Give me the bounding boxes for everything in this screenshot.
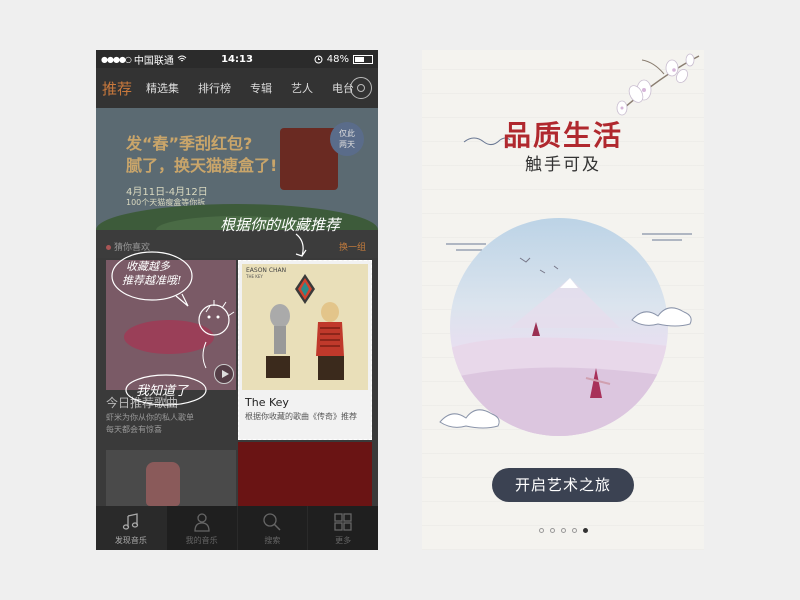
tab-discover-music[interactable]: 发现音乐	[96, 506, 166, 550]
search-icon	[263, 513, 281, 531]
section-title: 猜你喜欢	[106, 240, 150, 253]
tab-albums[interactable]: 专辑	[250, 80, 272, 96]
page-indicator	[422, 528, 704, 533]
got-it-button[interactable]: 我知道了	[136, 380, 188, 399]
clock: 14:13	[221, 53, 253, 65]
music-note-icon	[122, 513, 139, 530]
banner-headline-1: 发“春”季刮红包?	[126, 134, 253, 153]
music-app-screen: ●●●●○ 中国联通 14:13 48% 推荐 精选集 排行榜 专辑 艺人 电台…	[96, 50, 378, 550]
daily-recommend-desc-2: 每天都会有惊喜	[106, 425, 162, 434]
tab-artists[interactable]: 艺人	[291, 80, 313, 96]
tab-label: 搜索	[264, 536, 281, 545]
tab-recommend[interactable]: 推荐	[102, 78, 132, 99]
bottom-tab-bar: 发现音乐 我的音乐 搜索 更多	[96, 506, 378, 550]
page-dot-4[interactable]	[571, 528, 577, 533]
grid-icon	[334, 513, 352, 531]
annotation-top: 根据你的收藏推荐	[220, 216, 341, 234]
album-title: The Key	[245, 396, 289, 409]
page-dot-3[interactable]	[560, 528, 566, 533]
onboarding-subtitle: 触手可及	[525, 155, 601, 175]
page-dot-2[interactable]	[549, 528, 555, 533]
tab-my-music[interactable]: 我的音乐	[165, 506, 237, 550]
onboarding-screen: 品质生活 触手可及 开启艺术之旅	[422, 50, 704, 550]
promo-banner[interactable]: 发“春”季刮红包? 腻了，换天猫瘦盒了! 4月11日-4月12日 100个天猫瘦…	[96, 108, 378, 230]
battery-icon	[353, 54, 373, 64]
user-icon	[193, 513, 210, 532]
refresh-group-link[interactable]: 换一组	[339, 240, 366, 253]
album-recommend-reason: 根据你收藏的歌曲《传奇》推荐	[245, 412, 357, 421]
tab-search[interactable]: 搜索	[236, 506, 308, 550]
cloud-swirl-bottom-left	[439, 409, 500, 429]
annotation-bubble-2: 推荐越准哦!	[122, 274, 182, 287]
tab-label: 发现音乐	[114, 536, 147, 545]
start-art-journey-button[interactable]: 开启艺术之旅	[492, 468, 634, 502]
daily-recommend-desc-1: 虾米为你从你的私人歌单	[106, 413, 194, 422]
page-dot-1[interactable]	[538, 528, 544, 533]
badge-line-1: 仅此	[339, 129, 355, 138]
playlist-card-3[interactable]	[238, 442, 372, 510]
album-card-highlighted[interactable]: EASON CHAN THE KEY The Key 根据你收藏的歌曲《传奇》推…	[238, 260, 372, 440]
badge-line-2: 两天	[339, 140, 355, 149]
album-cover: EASON CHAN THE KEY	[242, 264, 368, 390]
album-illustration	[266, 274, 344, 380]
disc-icon[interactable]	[350, 77, 372, 99]
candy-jar-image	[146, 462, 180, 506]
banner-date: 4月11日-4月12日	[126, 187, 208, 198]
limited-badge: 仅此 两天	[330, 122, 364, 156]
tab-more[interactable]: 更多	[307, 506, 378, 550]
tab-collections[interactable]: 精选集	[146, 80, 179, 96]
cover-lips-image	[124, 320, 214, 354]
tab-label: 我的音乐	[185, 536, 218, 545]
magnolia-branch-illustration	[616, 53, 700, 116]
tab-charts[interactable]: 排行榜	[198, 80, 231, 96]
top-nav-tabs: 推荐 精选集 排行榜 专辑 艺人 电台	[96, 68, 378, 108]
playlist-card-2[interactable]	[106, 450, 236, 510]
page-dot-5[interactable]	[582, 528, 588, 533]
tab-label: 更多	[335, 536, 352, 545]
banner-headline-2: 腻了，换天猫瘦盒了!	[126, 156, 278, 175]
cloud-swirl-right	[631, 307, 692, 327]
cloud-lines-right	[642, 233, 692, 241]
status-bar: ●●●●○ 中国联通 14:13 48%	[96, 50, 378, 68]
play-icon[interactable]	[214, 364, 234, 384]
onboarding-title: 品质生活	[502, 119, 623, 152]
